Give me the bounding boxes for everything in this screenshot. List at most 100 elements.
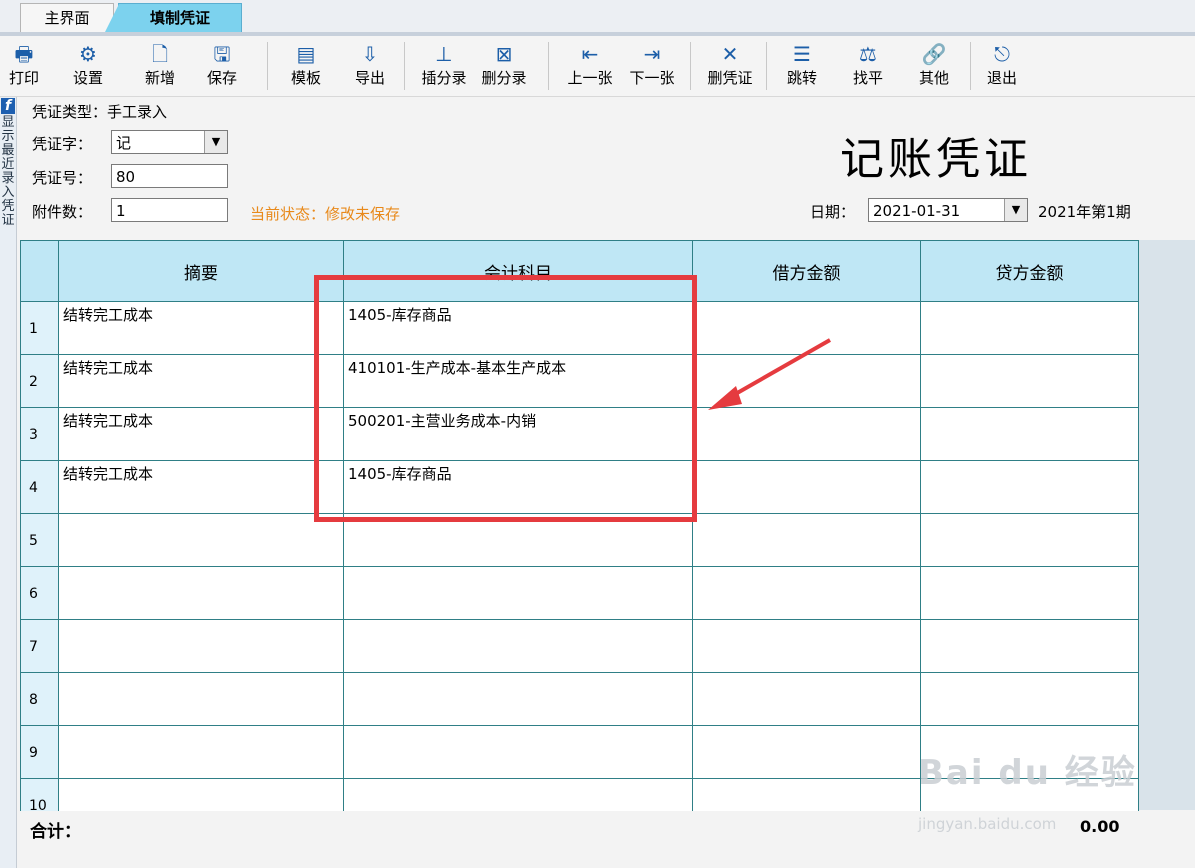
debit-cell[interactable] [692, 672, 921, 726]
attachments-label: 附件数： [32, 203, 93, 221]
toolbar-button-2[interactable]: 🗋 新增 [130, 40, 190, 88]
voucher-word-label: 凭证字： [32, 135, 93, 153]
column-header-summary: 摘要 [58, 240, 344, 302]
toolbar-button-10[interactable]: ✕ 删凭证 [700, 40, 760, 88]
summary-cell[interactable] [58, 513, 344, 567]
toolbar-separator [404, 42, 405, 90]
tab-fill-voucher[interactable]: 填制凭证 [105, 3, 242, 32]
recent-entries-strip[interactable]: f 显示最近录入凭证 [0, 97, 17, 868]
column-header-credit: 贷方金额 [920, 240, 1139, 302]
voucher-word-select[interactable]: 记 ▼ [111, 130, 228, 154]
summary-cell[interactable]: 结转完工成本 [58, 301, 344, 355]
jump-icon: ☰ [793, 42, 811, 66]
credit-cell[interactable] [920, 354, 1139, 408]
next-icon: ⇥ [643, 42, 661, 66]
balance-icon: ⚖ [859, 42, 877, 66]
toolbar-button-label: 打印 [8, 69, 39, 87]
debit-cell[interactable] [692, 619, 921, 673]
toolbar-button-12[interactable]: ⚖ 找平 [838, 40, 898, 88]
debit-cell[interactable] [692, 301, 921, 355]
chevron-down-icon[interactable]: ▼ [1004, 199, 1027, 221]
voucher-type-label: 凭证类型：手工录入 [32, 103, 168, 121]
toolbar: 🖶 打印 ⚙ 设置 🗋 新增 🖫 保存 ▤ 模板 ⇩ 导出 ⊥ 插分录 ⊠ 删分录 ⇤ 上一张 ⇥ 下一张 ✕ 删凭证 ☰ 跳… [0, 36, 1195, 97]
account-cell[interactable] [343, 725, 693, 779]
toolbar-button-6[interactable]: ⊥ 插分录 [414, 40, 474, 88]
debit-cell[interactable] [692, 513, 921, 567]
toolbar-button-9[interactable]: ⇥ 下一张 [622, 40, 682, 88]
summary-cell[interactable]: 结转完工成本 [58, 407, 344, 461]
grid-right-margin [1138, 240, 1195, 810]
attachments-input[interactable]: 1 [111, 198, 228, 222]
toolbar-separator [766, 42, 767, 90]
credit-cell[interactable] [920, 566, 1139, 620]
toolbar-separator [970, 42, 971, 90]
toolbar-button-8[interactable]: ⇤ 上一张 [560, 40, 620, 88]
column-header-debit: 借方金额 [692, 240, 921, 302]
debit-cell[interactable] [692, 354, 921, 408]
account-cell[interactable] [343, 566, 693, 620]
toolbar-button-1[interactable]: ⚙ 设置 [58, 40, 118, 88]
row-number: 7 [20, 619, 59, 673]
toolbar-button-11[interactable]: ☰ 跳转 [772, 40, 832, 88]
row-number: 5 [20, 513, 59, 567]
toolbar-button-label: 删分录 [481, 69, 527, 87]
toolbar-button-label: 模板 [290, 69, 321, 87]
toolbar-button-0[interactable]: 🖶 打印 [0, 40, 54, 88]
debit-cell[interactable] [692, 460, 921, 514]
credit-cell[interactable] [920, 301, 1139, 355]
row-number: 9 [20, 725, 59, 779]
period-label: 2021年第1期 [1038, 203, 1131, 221]
credit-cell[interactable] [920, 460, 1139, 514]
recent-entries-label: 显示最近录入凭证 [1, 115, 15, 228]
summary-cell[interactable] [58, 672, 344, 726]
voucher-no-label: 凭证号： [32, 169, 93, 187]
credit-cell[interactable] [920, 619, 1139, 673]
row-number: 2 [20, 354, 59, 408]
tab-main[interactable]: 主界面 [20, 3, 114, 32]
total-value: 0.00 [1080, 817, 1120, 836]
toolbar-button-7[interactable]: ⊠ 删分录 [474, 40, 534, 88]
toolbar-button-label: 找平 [852, 69, 883, 87]
template-icon: ▤ [296, 42, 316, 66]
summary-cell[interactable] [58, 566, 344, 620]
toolbar-button-label: 其他 [918, 69, 949, 87]
account-cell[interactable] [343, 619, 693, 673]
toolbar-button-label: 新增 [144, 69, 175, 87]
toolbar-button-14[interactable]: ⎋ 退出 [972, 40, 1032, 88]
toolbar-button-5[interactable]: ⇩ 导出 [340, 40, 400, 88]
credit-cell[interactable] [920, 407, 1139, 461]
save-icon: 🖫 [213, 42, 231, 66]
delete-entry-icon: ⊠ [495, 42, 513, 66]
toolbar-button-4[interactable]: ▤ 模板 [276, 40, 336, 88]
date-picker[interactable]: 2021-01-31 ▼ [868, 198, 1028, 222]
row-number: 6 [20, 566, 59, 620]
toolbar-button-label: 跳转 [786, 69, 817, 87]
credit-cell[interactable] [920, 513, 1139, 567]
summary-cell[interactable]: 结转完工成本 [58, 460, 344, 514]
credit-cell[interactable] [920, 672, 1139, 726]
summary-cell[interactable]: 结转完工成本 [58, 354, 344, 408]
printer-icon: 🖶 [14, 42, 34, 66]
debit-cell[interactable] [692, 566, 921, 620]
delete-voucher-icon: ✕ [721, 42, 739, 66]
chevron-down-icon[interactable]: ▼ [204, 131, 227, 153]
table-row: 7 [20, 619, 1139, 673]
insert-entry-icon: ⊥ [435, 42, 453, 66]
toolbar-button-label: 插分录 [421, 69, 467, 87]
date-value: 2021-01-31 [873, 202, 961, 220]
summary-cell[interactable] [58, 725, 344, 779]
debit-cell[interactable] [692, 725, 921, 779]
toolbar-button-label: 设置 [72, 69, 103, 87]
toolbar-button-3[interactable]: 🖫 保存 [192, 40, 252, 88]
toolbar-button-13[interactable]: 🔗 其他 [904, 40, 964, 88]
toolbar-separator [690, 42, 691, 90]
account-cell[interactable] [343, 672, 693, 726]
voucher-no-input[interactable]: 80 [111, 164, 228, 188]
row-number-header [20, 240, 59, 302]
debit-cell[interactable] [692, 407, 921, 461]
settings-icon: ⚙ [79, 42, 97, 66]
highlight-box [314, 275, 697, 522]
baidu-watermark: Bai du 经验 [918, 753, 1137, 793]
toolbar-separator [267, 42, 268, 90]
summary-cell[interactable] [58, 619, 344, 673]
